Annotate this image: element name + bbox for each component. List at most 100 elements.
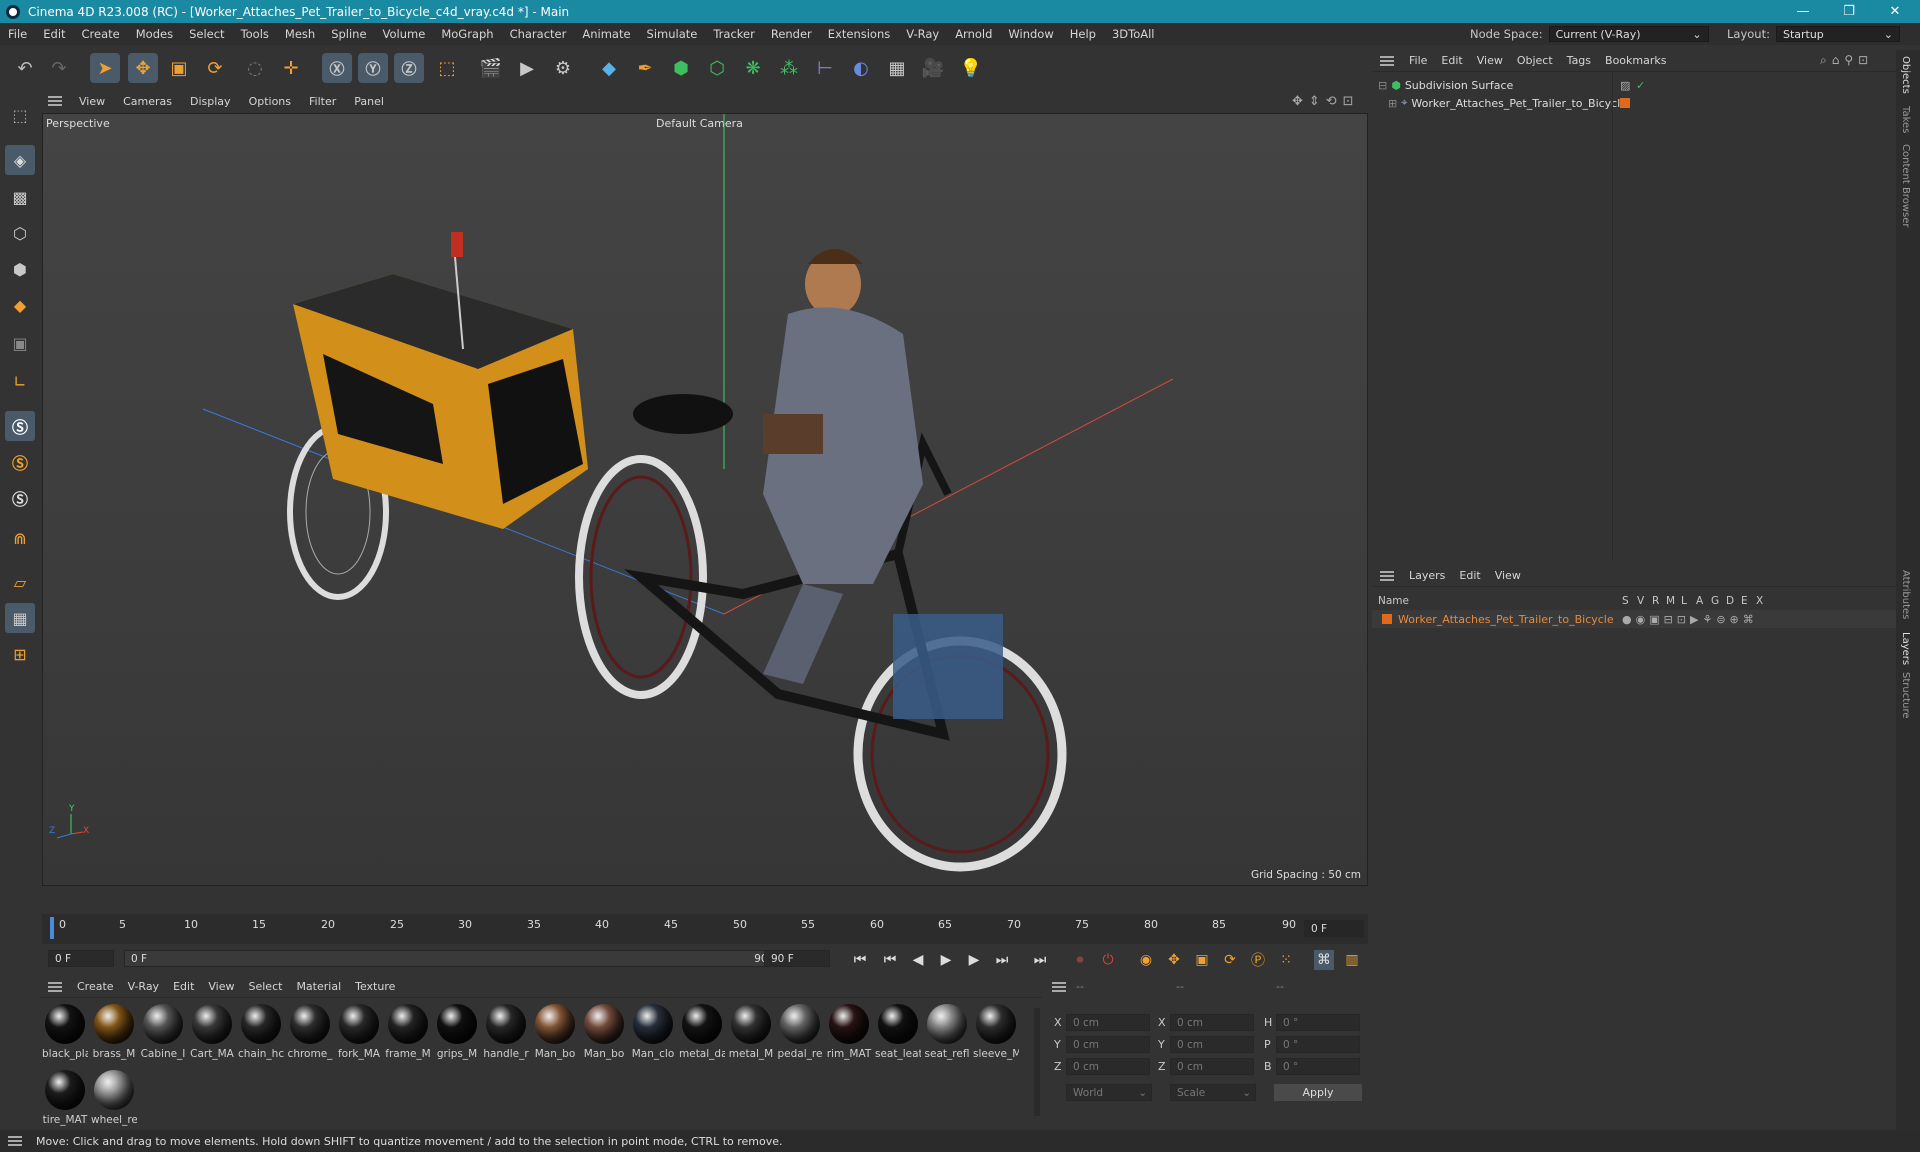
y-axis-lock-icon[interactable]: Ⓨ bbox=[358, 53, 388, 83]
layer-menu-layers[interactable]: Layers bbox=[1402, 569, 1452, 582]
material-swatch[interactable]: seat_refl bbox=[924, 1004, 970, 1060]
material-menu-texture[interactable]: Texture bbox=[348, 980, 402, 993]
z-axis-lock-icon[interactable]: Ⓩ bbox=[394, 53, 424, 83]
material-menu-vray[interactable]: V-Ray bbox=[121, 980, 167, 993]
object-menu-edit[interactable]: Edit bbox=[1434, 54, 1469, 67]
hamburger-icon[interactable] bbox=[8, 1136, 22, 1146]
record-keys-icon[interactable]: ⏺ bbox=[1070, 950, 1090, 970]
size-y-field[interactable]: 0 cm bbox=[1170, 1036, 1254, 1053]
material-swatch[interactable]: fork_MA bbox=[336, 1004, 382, 1060]
layer-color-swatch[interactable] bbox=[1620, 98, 1630, 108]
live-selection-icon[interactable]: ➤ bbox=[90, 53, 120, 83]
material-swatch[interactable]: Cabine_I bbox=[140, 1004, 186, 1060]
scale-key-icon[interactable]: ▣ bbox=[1192, 950, 1212, 970]
material-swatch[interactable]: sleeve_M bbox=[973, 1004, 1019, 1060]
material-menu-select[interactable]: Select bbox=[242, 980, 290, 993]
object-menu-tags[interactable]: Tags bbox=[1560, 54, 1598, 67]
material-swatch[interactable]: chain_hc bbox=[238, 1004, 284, 1060]
layer-col-x[interactable]: X bbox=[1756, 595, 1763, 607]
parameter-key-icon[interactable]: Ⓟ bbox=[1248, 950, 1268, 970]
go-to-end-icon[interactable]: ⏭ bbox=[1030, 950, 1050, 970]
next-key-icon[interactable]: ⏭ bbox=[992, 950, 1012, 970]
material-swatch[interactable]: grips_M bbox=[434, 1004, 480, 1060]
workplane-snap-icon[interactable]: Ⓢ bbox=[5, 483, 35, 513]
size-x-field[interactable]: 0 cm bbox=[1170, 1014, 1254, 1031]
size-mode-dropdown[interactable]: Scale ⌄ bbox=[1170, 1084, 1256, 1101]
snap-icon[interactable]: Ⓢ bbox=[5, 411, 35, 441]
coordinate-space-dropdown[interactable]: World ⌄ bbox=[1066, 1084, 1152, 1101]
scale-tool-icon[interactable]: ▣ bbox=[164, 53, 194, 83]
make-editable-icon[interactable]: ⬚ bbox=[5, 100, 35, 130]
model-mode-icon[interactable]: ◈ bbox=[5, 145, 35, 175]
timeline-ruler[interactable]: 0 5 10 15 20 25 30 35 40 45 50 55 60 65 … bbox=[42, 914, 1368, 944]
menu-tracker[interactable]: Tracker bbox=[705, 27, 763, 41]
material-swatch[interactable]: metal_da bbox=[679, 1004, 725, 1060]
texture-mode-icon[interactable]: ▩ bbox=[5, 182, 35, 212]
rotation-b-field[interactable]: 0 ° bbox=[1276, 1058, 1360, 1075]
menu-file[interactable]: File bbox=[0, 27, 35, 41]
hamburger-icon[interactable] bbox=[48, 981, 62, 992]
undo-icon[interactable]: ↶ bbox=[10, 53, 40, 83]
layer-row[interactable]: Worker_Attaches_Pet_Trailer_to_Bicycle ●… bbox=[1372, 610, 1896, 628]
points-mode-icon[interactable]: ⬡ bbox=[5, 218, 35, 248]
previous-key-icon[interactable]: ⏮ bbox=[880, 950, 900, 970]
material-swatch[interactable]: seat_leat bbox=[875, 1004, 921, 1060]
render-view-icon[interactable]: 🎬 bbox=[476, 53, 506, 83]
layer-col-a[interactable]: A bbox=[1696, 595, 1703, 607]
extrude-icon[interactable]: ⬡ bbox=[702, 53, 732, 83]
move-tool-icon[interactable]: ✥ bbox=[128, 53, 158, 83]
menu-render[interactable]: Render bbox=[763, 27, 820, 41]
close-button[interactable]: ✕ bbox=[1872, 0, 1918, 23]
rotation-p-field[interactable]: 0 ° bbox=[1276, 1036, 1360, 1053]
playhead[interactable] bbox=[50, 917, 54, 939]
material-menu-material[interactable]: Material bbox=[289, 980, 348, 993]
material-swatch[interactable]: chrome_ bbox=[287, 1004, 333, 1060]
locked-workplane-icon[interactable]: ⊞ bbox=[5, 639, 35, 669]
pla-key-icon[interactable]: ⁙ bbox=[1276, 950, 1296, 970]
go-to-start-icon[interactable]: ⏮ bbox=[850, 950, 870, 970]
material-swatch[interactable]: Man_bo bbox=[581, 1004, 627, 1060]
cube-object-icon[interactable]: ◆ bbox=[594, 53, 624, 83]
polygons-mode-icon[interactable]: ◆ bbox=[5, 290, 35, 320]
position-key-icon[interactable]: ✥ bbox=[1164, 950, 1184, 970]
viewport-menu-filter[interactable]: Filter bbox=[300, 95, 345, 108]
range-slider[interactable]: 0 F 90 F bbox=[124, 950, 784, 967]
material-swatch[interactable]: Man_bo bbox=[532, 1004, 578, 1060]
material-menu-view[interactable]: View bbox=[201, 980, 241, 993]
snap-settings-icon[interactable]: Ⓢ bbox=[5, 447, 35, 477]
material-swatch[interactable]: rim_MAT bbox=[826, 1004, 872, 1060]
material-swatch[interactable]: metal_M bbox=[728, 1004, 774, 1060]
rotation-key-icon[interactable]: ⟳ bbox=[1220, 950, 1240, 970]
layer-toggle-icons[interactable]: ●◉▣⊟⊡▶⚘⊜⊕⌘ bbox=[1622, 613, 1758, 626]
layer-col-d[interactable]: D bbox=[1726, 595, 1734, 607]
light-icon[interactable]: 💡 bbox=[956, 53, 986, 83]
workplane-icon[interactable]: ▱ bbox=[5, 567, 35, 597]
subdivision-surface-icon[interactable]: ⬢ bbox=[666, 53, 696, 83]
layer-col-l[interactable]: L bbox=[1681, 595, 1687, 607]
camera-icon[interactable]: 🎥 bbox=[918, 53, 948, 83]
hamburger-icon[interactable] bbox=[1052, 982, 1066, 992]
material-menu-edit[interactable]: Edit bbox=[166, 980, 201, 993]
expand-icon[interactable]: ⊞ bbox=[1388, 97, 1397, 110]
axis-mode-icon[interactable]: ∟ bbox=[5, 366, 35, 396]
object-menu-file[interactable]: File bbox=[1402, 54, 1434, 67]
grid-icon[interactable]: ▦ bbox=[5, 603, 35, 633]
render-picture-viewer-icon[interactable]: ▶ bbox=[512, 53, 542, 83]
start-frame-field[interactable]: 0 F bbox=[48, 950, 114, 967]
menu-spline[interactable]: Spline bbox=[323, 27, 374, 41]
viewport-menu-display[interactable]: Display bbox=[181, 95, 240, 108]
rotate-tool-icon[interactable]: ⟳ bbox=[200, 53, 230, 83]
transform-tool-icon[interactable]: ✛ bbox=[276, 53, 306, 83]
hamburger-icon[interactable] bbox=[1380, 570, 1394, 581]
render-settings-icon[interactable]: ⚙ bbox=[548, 53, 578, 83]
layer-col-s[interactable]: S bbox=[1622, 595, 1629, 607]
pen-spline-icon[interactable]: ✒ bbox=[630, 53, 660, 83]
x-axis-lock-icon[interactable]: Ⓧ bbox=[322, 53, 352, 83]
menu-help[interactable]: Help bbox=[1062, 27, 1104, 41]
object-manager-tools-icons[interactable]: ⌕⌂⚲⊡ bbox=[1820, 53, 1873, 68]
menu-3dtoall[interactable]: 3DToAll bbox=[1104, 27, 1163, 41]
material-swatch[interactable]: Cart_MA bbox=[189, 1004, 235, 1060]
tab-layers[interactable]: Layers bbox=[1900, 632, 1911, 665]
material-swatch[interactable]: wheel_re bbox=[91, 1070, 137, 1126]
material-menu-create[interactable]: Create bbox=[70, 980, 121, 993]
